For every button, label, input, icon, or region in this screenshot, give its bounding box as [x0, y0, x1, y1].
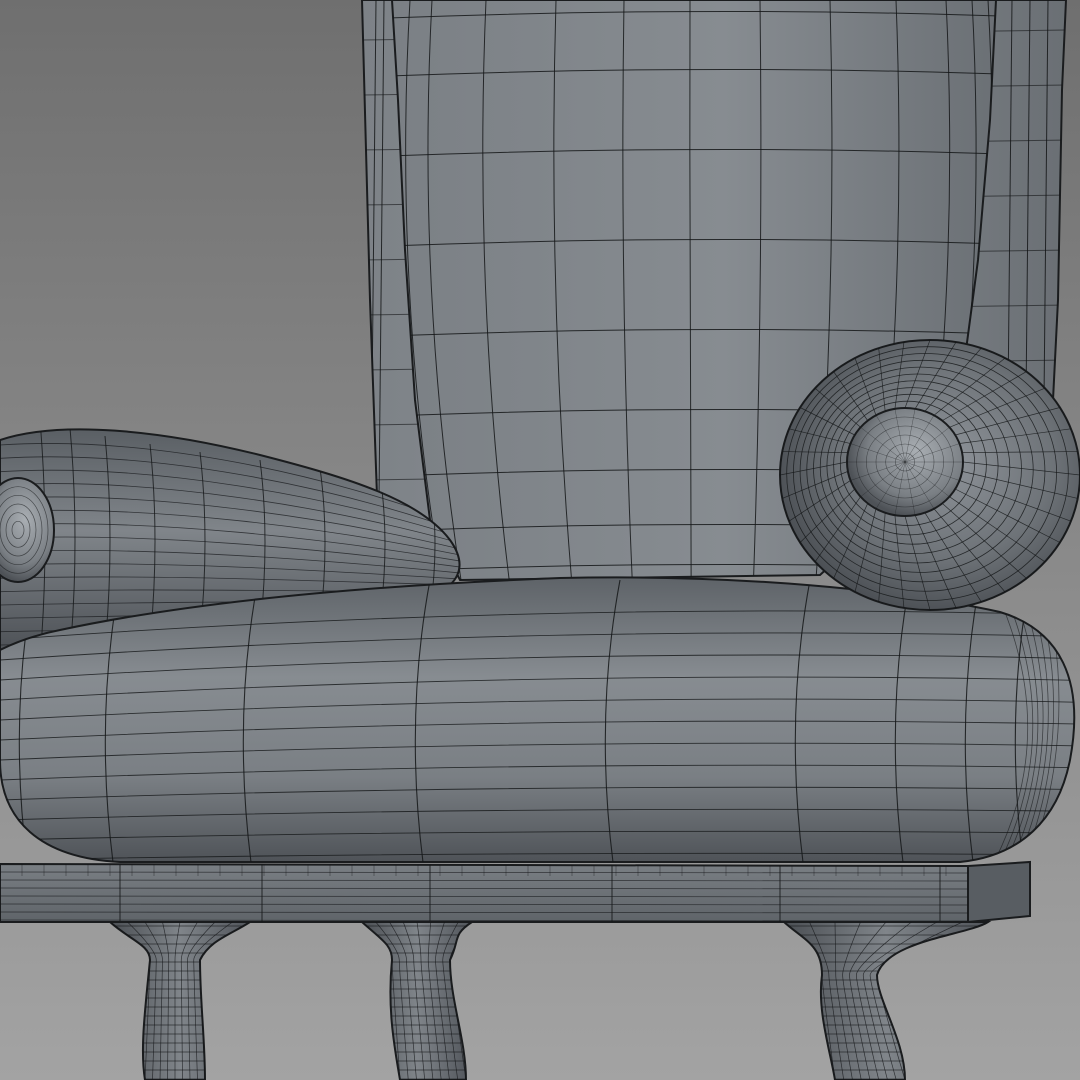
- 3d-viewport[interactable]: [0, 0, 1080, 1080]
- seat-cushion: [0, 576, 1076, 863]
- right-armrest-bolster: [779, 339, 1080, 611]
- seat-base: [0, 860, 1031, 924]
- wireframe-chair-render: [0, 0, 1080, 1080]
